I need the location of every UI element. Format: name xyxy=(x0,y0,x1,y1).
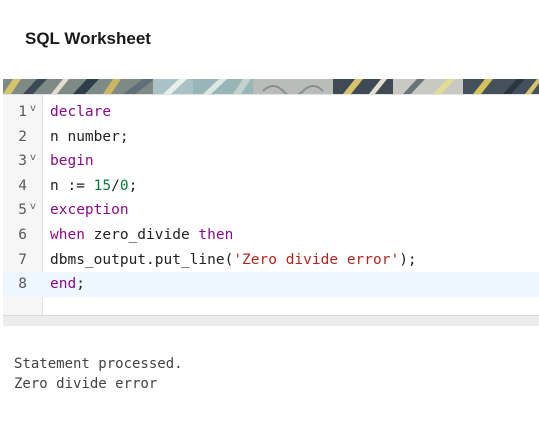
line-number: 3 xyxy=(18,153,27,170)
code-text[interactable]: when zero_divide then xyxy=(50,223,233,248)
worksheet-header: SQL Worksheet xyxy=(0,0,539,79)
code-token-plain: dbms_output.put_line( xyxy=(50,251,234,268)
output-line: Zero divide error xyxy=(14,376,158,392)
code-text[interactable]: n := 15/0; xyxy=(50,174,137,199)
code-text[interactable]: begin xyxy=(50,149,94,174)
code-token-plain: ; xyxy=(128,177,138,194)
code-token-plain: ; xyxy=(76,276,85,293)
line-number: 8 xyxy=(18,276,27,293)
code-token-plain: n number; xyxy=(50,128,129,145)
code-text[interactable]: declare xyxy=(50,100,111,125)
code-token-kw: when xyxy=(50,227,85,243)
fold-chevron-icon[interactable]: v xyxy=(30,146,36,171)
code-line[interactable]: 5 v exception xyxy=(3,198,539,223)
code-token-str: 'Zero divide error' xyxy=(233,251,400,268)
code-token-plain: ); xyxy=(399,251,417,268)
code-token-kw: exception xyxy=(50,202,129,219)
code-line[interactable]: 3 v begin xyxy=(3,149,539,174)
code-line[interactable]: 4 n := 15/0; xyxy=(3,174,539,199)
code-text[interactable]: exception xyxy=(50,198,129,223)
line-number: 4 xyxy=(18,177,27,194)
line-number: 6 xyxy=(18,227,27,243)
code-text[interactable]: dbms_output.put_line('Zero divide error'… xyxy=(50,248,417,273)
fold-chevron-icon[interactable]: v xyxy=(30,195,36,220)
code-line[interactable]: 2 n number; xyxy=(3,125,539,150)
code-editor[interactable]: 1 v declare 2 n number; 3 v begin 4 n := 15/0; 5 v e… xyxy=(3,94,539,316)
output-panel: Statement processed. Zero divide error xyxy=(0,326,539,443)
line-number: 7 xyxy=(18,251,27,268)
code-line[interactable]: 7 dbms_output.put_line('Zero divide error… xyxy=(3,248,539,273)
code-text[interactable]: end; xyxy=(50,272,85,297)
line-number: 2 xyxy=(18,128,27,145)
code-token-num: 15 xyxy=(93,177,112,194)
code-token-kw: declare xyxy=(50,104,112,120)
code-line[interactable]: 6 when zero_divide then xyxy=(3,223,539,248)
code-token-kw: end xyxy=(50,276,77,293)
code-token-num: 0 xyxy=(119,177,129,194)
fold-chevron-icon[interactable]: v xyxy=(30,97,36,122)
code-token-plain: n := xyxy=(50,177,94,194)
code-line[interactable]: 8 end; xyxy=(3,272,539,297)
decorative-banner xyxy=(3,79,539,94)
code-token-kw: then xyxy=(198,227,234,243)
code-text[interactable]: n number; xyxy=(50,125,129,150)
line-number: 1 xyxy=(18,104,27,120)
code-line[interactable]: 1 v declare xyxy=(3,100,539,125)
code-token-kw: begin xyxy=(50,153,94,170)
page-title: SQL Worksheet xyxy=(25,29,151,48)
code-token-plain: zero_divide xyxy=(84,227,199,243)
output-line: Statement processed. xyxy=(14,356,183,372)
code-token-plain: / xyxy=(111,177,120,194)
line-number: 5 xyxy=(18,202,27,219)
